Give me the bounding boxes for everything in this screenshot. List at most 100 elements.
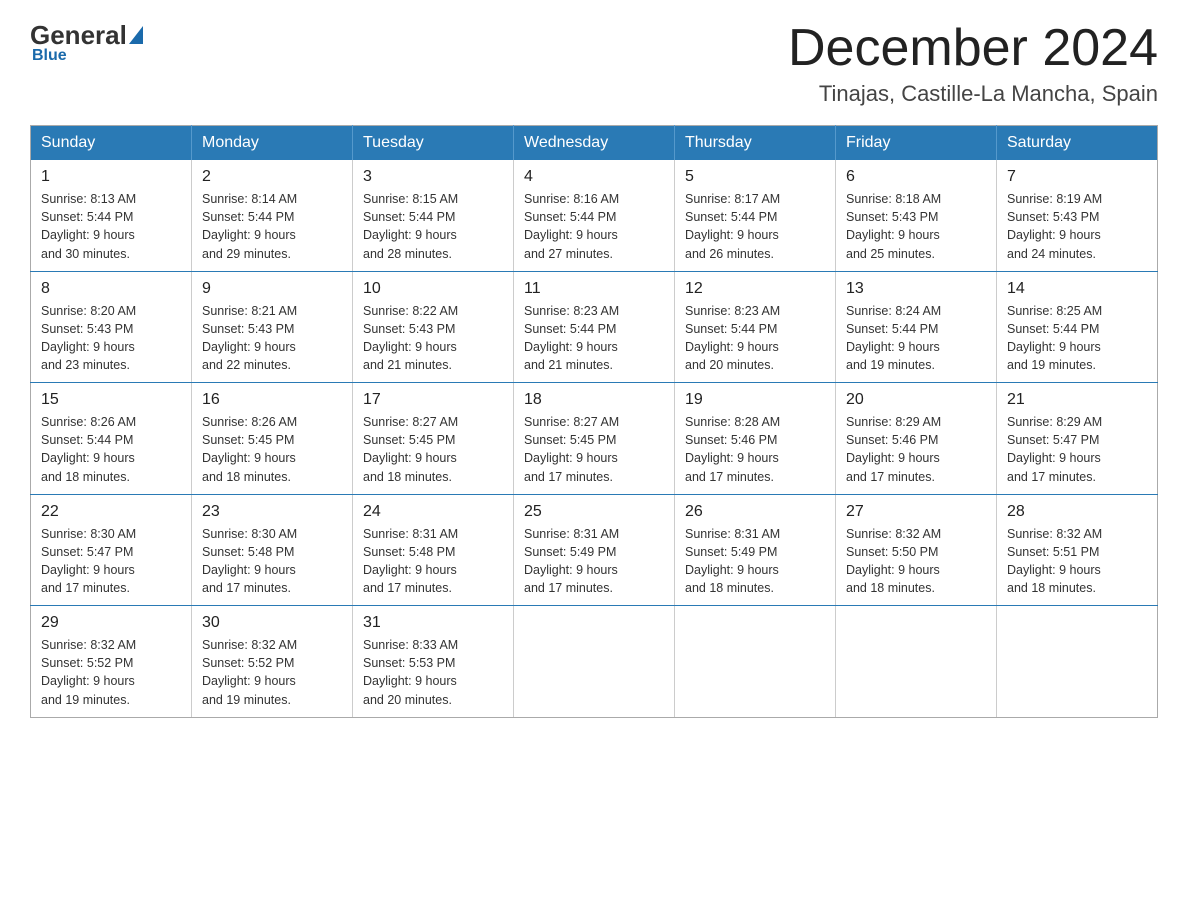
- calendar-cell: 21 Sunrise: 8:29 AMSunset: 5:47 PMDaylig…: [997, 383, 1158, 495]
- day-number: 9: [202, 280, 342, 298]
- logo-triangle-icon: [129, 26, 143, 44]
- calendar-cell: 31 Sunrise: 8:33 AMSunset: 5:53 PMDaylig…: [353, 606, 514, 718]
- day-info: Sunrise: 8:29 AMSunset: 5:47 PMDaylight:…: [1007, 413, 1147, 486]
- day-info: Sunrise: 8:13 AMSunset: 5:44 PMDaylight:…: [41, 190, 181, 263]
- day-info: Sunrise: 8:19 AMSunset: 5:43 PMDaylight:…: [1007, 190, 1147, 263]
- day-number: 13: [846, 280, 986, 298]
- day-number: 6: [846, 168, 986, 186]
- day-number: 7: [1007, 168, 1147, 186]
- day-number: 2: [202, 168, 342, 186]
- day-number: 27: [846, 503, 986, 521]
- day-number: 16: [202, 391, 342, 409]
- day-number: 20: [846, 391, 986, 409]
- day-info: Sunrise: 8:26 AMSunset: 5:44 PMDaylight:…: [41, 413, 181, 486]
- day-info: Sunrise: 8:33 AMSunset: 5:53 PMDaylight:…: [363, 636, 503, 709]
- calendar-cell: 26 Sunrise: 8:31 AMSunset: 5:49 PMDaylig…: [675, 494, 836, 606]
- day-number: 3: [363, 168, 503, 186]
- day-number: 4: [524, 168, 664, 186]
- header-tuesday: Tuesday: [353, 126, 514, 161]
- day-info: Sunrise: 8:26 AMSunset: 5:45 PMDaylight:…: [202, 413, 342, 486]
- calendar-week-row: 1 Sunrise: 8:13 AMSunset: 5:44 PMDayligh…: [31, 160, 1158, 271]
- calendar-cell: 30 Sunrise: 8:32 AMSunset: 5:52 PMDaylig…: [192, 606, 353, 718]
- day-number: 5: [685, 168, 825, 186]
- day-number: 22: [41, 503, 181, 521]
- calendar-cell: 6 Sunrise: 8:18 AMSunset: 5:43 PMDayligh…: [836, 160, 997, 271]
- calendar-cell: 25 Sunrise: 8:31 AMSunset: 5:49 PMDaylig…: [514, 494, 675, 606]
- calendar-cell: 8 Sunrise: 8:20 AMSunset: 5:43 PMDayligh…: [31, 271, 192, 383]
- calendar-cell: 15 Sunrise: 8:26 AMSunset: 5:44 PMDaylig…: [31, 383, 192, 495]
- day-info: Sunrise: 8:32 AMSunset: 5:52 PMDaylight:…: [202, 636, 342, 709]
- calendar-cell: [997, 606, 1158, 718]
- calendar-cell: 12 Sunrise: 8:23 AMSunset: 5:44 PMDaylig…: [675, 271, 836, 383]
- calendar-header-row: SundayMondayTuesdayWednesdayThursdayFrid…: [31, 126, 1158, 161]
- header-friday: Friday: [836, 126, 997, 161]
- day-number: 21: [1007, 391, 1147, 409]
- calendar-cell: [836, 606, 997, 718]
- calendar-cell: 18 Sunrise: 8:27 AMSunset: 5:45 PMDaylig…: [514, 383, 675, 495]
- day-info: Sunrise: 8:28 AMSunset: 5:46 PMDaylight:…: [685, 413, 825, 486]
- calendar-cell: 1 Sunrise: 8:13 AMSunset: 5:44 PMDayligh…: [31, 160, 192, 271]
- header-thursday: Thursday: [675, 126, 836, 161]
- calendar-cell: 3 Sunrise: 8:15 AMSunset: 5:44 PMDayligh…: [353, 160, 514, 271]
- day-number: 12: [685, 280, 825, 298]
- day-number: 8: [41, 280, 181, 298]
- calendar-cell: 5 Sunrise: 8:17 AMSunset: 5:44 PMDayligh…: [675, 160, 836, 271]
- calendar-cell: 9 Sunrise: 8:21 AMSunset: 5:43 PMDayligh…: [192, 271, 353, 383]
- calendar-cell: 22 Sunrise: 8:30 AMSunset: 5:47 PMDaylig…: [31, 494, 192, 606]
- calendar-cell: 17 Sunrise: 8:27 AMSunset: 5:45 PMDaylig…: [353, 383, 514, 495]
- day-number: 31: [363, 614, 503, 632]
- day-number: 28: [1007, 503, 1147, 521]
- calendar-cell: 2 Sunrise: 8:14 AMSunset: 5:44 PMDayligh…: [192, 160, 353, 271]
- calendar-cell: 28 Sunrise: 8:32 AMSunset: 5:51 PMDaylig…: [997, 494, 1158, 606]
- day-number: 15: [41, 391, 181, 409]
- day-number: 17: [363, 391, 503, 409]
- day-number: 26: [685, 503, 825, 521]
- calendar-cell: 24 Sunrise: 8:31 AMSunset: 5:48 PMDaylig…: [353, 494, 514, 606]
- calendar-cell: 27 Sunrise: 8:32 AMSunset: 5:50 PMDaylig…: [836, 494, 997, 606]
- day-info: Sunrise: 8:14 AMSunset: 5:44 PMDaylight:…: [202, 190, 342, 263]
- day-info: Sunrise: 8:32 AMSunset: 5:52 PMDaylight:…: [41, 636, 181, 709]
- day-number: 25: [524, 503, 664, 521]
- day-info: Sunrise: 8:18 AMSunset: 5:43 PMDaylight:…: [846, 190, 986, 263]
- logo-area: General Blue: [30, 20, 143, 65]
- calendar-cell: 14 Sunrise: 8:25 AMSunset: 5:44 PMDaylig…: [997, 271, 1158, 383]
- calendar-cell: 7 Sunrise: 8:19 AMSunset: 5:43 PMDayligh…: [997, 160, 1158, 271]
- day-number: 30: [202, 614, 342, 632]
- day-number: 11: [524, 280, 664, 298]
- day-info: Sunrise: 8:32 AMSunset: 5:51 PMDaylight:…: [1007, 525, 1147, 598]
- calendar-table: SundayMondayTuesdayWednesdayThursdayFrid…: [30, 125, 1158, 718]
- day-info: Sunrise: 8:23 AMSunset: 5:44 PMDaylight:…: [685, 302, 825, 375]
- day-number: 23: [202, 503, 342, 521]
- day-info: Sunrise: 8:31 AMSunset: 5:49 PMDaylight:…: [524, 525, 664, 598]
- header-monday: Monday: [192, 126, 353, 161]
- calendar-week-row: 8 Sunrise: 8:20 AMSunset: 5:43 PMDayligh…: [31, 271, 1158, 383]
- calendar-cell: 23 Sunrise: 8:30 AMSunset: 5:48 PMDaylig…: [192, 494, 353, 606]
- page-header: General Blue December 2024 Tinajas, Cast…: [30, 20, 1158, 107]
- day-number: 1: [41, 168, 181, 186]
- day-info: Sunrise: 8:21 AMSunset: 5:43 PMDaylight:…: [202, 302, 342, 375]
- day-info: Sunrise: 8:29 AMSunset: 5:46 PMDaylight:…: [846, 413, 986, 486]
- calendar-cell: 4 Sunrise: 8:16 AMSunset: 5:44 PMDayligh…: [514, 160, 675, 271]
- month-title: December 2024: [788, 20, 1158, 77]
- calendar-cell: 11 Sunrise: 8:23 AMSunset: 5:44 PMDaylig…: [514, 271, 675, 383]
- day-info: Sunrise: 8:16 AMSunset: 5:44 PMDaylight:…: [524, 190, 664, 263]
- day-info: Sunrise: 8:32 AMSunset: 5:50 PMDaylight:…: [846, 525, 986, 598]
- day-number: 19: [685, 391, 825, 409]
- day-number: 14: [1007, 280, 1147, 298]
- header-sunday: Sunday: [31, 126, 192, 161]
- day-info: Sunrise: 8:20 AMSunset: 5:43 PMDaylight:…: [41, 302, 181, 375]
- calendar-cell: 20 Sunrise: 8:29 AMSunset: 5:46 PMDaylig…: [836, 383, 997, 495]
- day-number: 18: [524, 391, 664, 409]
- day-info: Sunrise: 8:15 AMSunset: 5:44 PMDaylight:…: [363, 190, 503, 263]
- logo-blue-text: Blue: [32, 47, 67, 65]
- calendar-cell: 19 Sunrise: 8:28 AMSunset: 5:46 PMDaylig…: [675, 383, 836, 495]
- calendar-week-row: 15 Sunrise: 8:26 AMSunset: 5:44 PMDaylig…: [31, 383, 1158, 495]
- day-info: Sunrise: 8:25 AMSunset: 5:44 PMDaylight:…: [1007, 302, 1147, 375]
- day-info: Sunrise: 8:27 AMSunset: 5:45 PMDaylight:…: [363, 413, 503, 486]
- calendar-cell: [514, 606, 675, 718]
- day-info: Sunrise: 8:27 AMSunset: 5:45 PMDaylight:…: [524, 413, 664, 486]
- calendar-cell: 10 Sunrise: 8:22 AMSunset: 5:43 PMDaylig…: [353, 271, 514, 383]
- day-info: Sunrise: 8:30 AMSunset: 5:48 PMDaylight:…: [202, 525, 342, 598]
- calendar-cell: 16 Sunrise: 8:26 AMSunset: 5:45 PMDaylig…: [192, 383, 353, 495]
- calendar-cell: 13 Sunrise: 8:24 AMSunset: 5:44 PMDaylig…: [836, 271, 997, 383]
